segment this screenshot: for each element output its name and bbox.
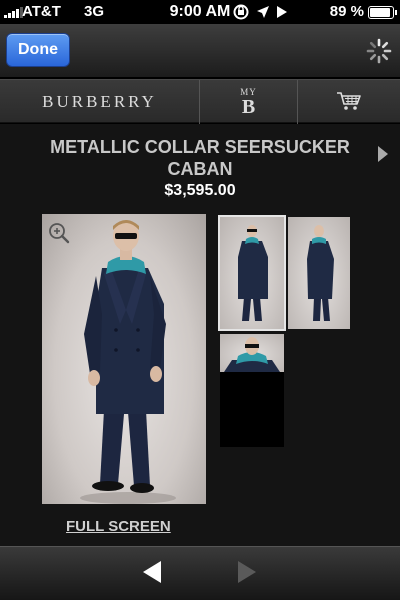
shopping-cart-icon <box>337 92 361 110</box>
triangle-right-icon[interactable] <box>238 561 256 583</box>
location-arrow-icon <box>257 6 269 18</box>
thumbnail-side-view[interactable] <box>288 217 350 329</box>
b-label: B <box>241 95 256 118</box>
product-title: METALLIC COLLAR SEERSUCKER CABAN <box>50 137 350 179</box>
main-product-image[interactable] <box>42 214 206 504</box>
orientation-lock-icon <box>233 4 249 20</box>
play-icon <box>277 6 287 18</box>
triangle-left-icon[interactable] <box>143 561 161 583</box>
status-bar: AT&T 3G 9:00 AM 89 % <box>0 0 400 24</box>
thumbnail-collar-detail[interactable] <box>220 334 284 372</box>
product-price: $3,595.00 <box>164 182 236 199</box>
done-button[interactable]: Done <box>6 33 70 67</box>
my-burberry-button[interactable]: MY B <box>200 80 298 124</box>
product-detail: METALLIC COLLAR SEERSUCKER CABAN $3,595.… <box>0 124 400 546</box>
model-figure <box>80 220 176 504</box>
brand-navigation: BURBERRY MY B <box>0 79 400 124</box>
battery-icon <box>368 6 397 19</box>
burberry-logo[interactable]: BURBERRY <box>0 80 200 124</box>
battery-percent: 89 % <box>329 3 364 20</box>
thumbnail-front-view[interactable] <box>218 215 286 331</box>
zoom-in-icon[interactable] <box>48 222 70 244</box>
spinner-icon <box>366 38 392 64</box>
bottom-toolbar <box>0 546 400 600</box>
top-toolbar: Done <box>0 24 400 78</box>
cart-button[interactable] <box>298 80 400 122</box>
thumbnail-placeholder <box>220 372 284 447</box>
full-screen-link[interactable]: FULL SCREEN <box>66 518 171 535</box>
next-product-arrow-icon[interactable] <box>378 146 388 162</box>
